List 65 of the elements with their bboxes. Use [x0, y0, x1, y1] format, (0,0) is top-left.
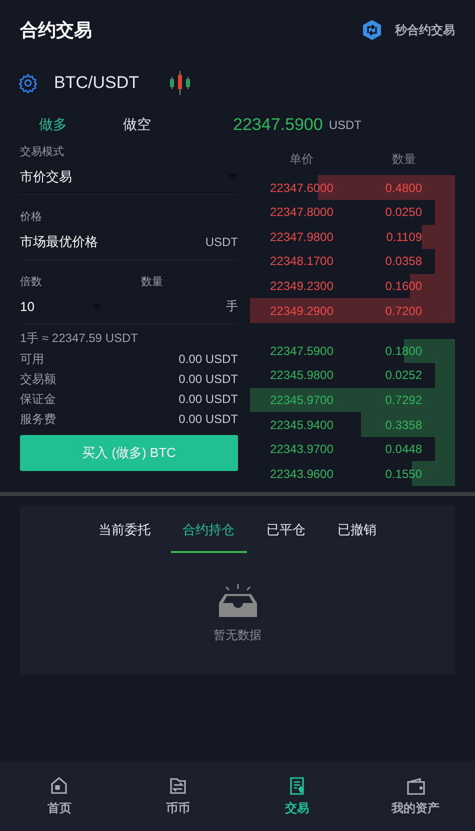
orders-tab[interactable]: 已撤销 [326, 521, 388, 553]
ask-price: 22348.1700 [269, 254, 334, 268]
bid-amount: 0.7292 [384, 392, 423, 407]
mode-select[interactable]: 市价交易 [20, 159, 238, 195]
page-title: 合约交易 [20, 19, 92, 42]
stat-value: 0.00 USDT [178, 352, 238, 366]
pair-symbol[interactable]: BTC/USDT [54, 73, 139, 93]
bid-price: 22345.9400 [269, 418, 334, 432]
stat-label: 可用 [20, 350, 44, 368]
ask-price: 22347.6000 [269, 180, 334, 195]
ask-amount: 0.1600 [384, 278, 423, 293]
bid-price: 22345.9700 [269, 392, 334, 407]
column-header: 数量 [390, 151, 417, 168]
bid-amount: 0.1550 [384, 466, 423, 481]
swap-icon [361, 19, 383, 41]
ask-amount: 0.0250 [384, 205, 423, 220]
home-icon [49, 776, 70, 796]
ask-amount: 0.0358 [384, 254, 423, 268]
side-tab[interactable]: 做多 [22, 112, 84, 138]
ask-amount: 0.4800 [384, 180, 423, 195]
bid-amount: 0.0448 [384, 442, 423, 456]
ask-price: 22349.2300 [269, 278, 334, 293]
bid-price: 22347.5900 [269, 344, 334, 358]
ask-price: 22349.2900 [269, 304, 334, 318]
price-field[interactable]: 市场最优价格 USDT [20, 224, 238, 260]
nav-item[interactable]: 首页 [0, 761, 119, 831]
nav-item[interactable]: 币币 [118, 761, 238, 831]
field-label: 倍数 [20, 275, 43, 289]
bid-amount: 0.0252 [384, 368, 423, 382]
wallet-icon [406, 776, 426, 796]
empty-inbox-icon [216, 583, 258, 619]
nav-item[interactable]: 交易 [238, 761, 356, 831]
orders-tab[interactable]: 当前委托 [86, 521, 162, 553]
ask-price: 22347.8000 [269, 205, 334, 220]
stat-value: 0.00 USDT [178, 412, 238, 426]
field-label: 价格 [20, 210, 43, 224]
stat-label: 交易额 [20, 370, 56, 388]
orders-tab[interactable]: 已平仓 [254, 521, 318, 553]
field-label: 交易模式 [20, 144, 65, 159]
ask-price: 22347.9800 [269, 230, 334, 244]
empty-message: 暂无数据 [214, 627, 262, 644]
price-unit: USDT [328, 118, 362, 132]
stat-label: 服务费 [20, 410, 56, 428]
ask-amount: 0.7200 [384, 304, 423, 318]
bid-amount: 0.1800 [384, 344, 423, 358]
field-label: 数量 [141, 275, 163, 289]
orders-tab[interactable]: 合约持仓 [170, 521, 246, 553]
stat-value: 0.00 USDT [178, 392, 238, 406]
leverage-amount-field[interactable]: 10 手 [20, 289, 238, 325]
ask-amount: 0.1109 [385, 230, 423, 244]
nav-item[interactable]: 我的资产 [356, 761, 475, 831]
bid-amount: 0.3358 [384, 418, 423, 432]
stat-value: 0.00 USDT [178, 372, 238, 386]
stat-label: 保证金 [20, 390, 56, 408]
lot-note: 1手 ≈ 22347.59 USDT [20, 330, 139, 347]
column-header: 单价 [288, 151, 314, 168]
bid-price: 22343.9600 [269, 466, 334, 481]
exchange-icon [168, 776, 188, 796]
bid-price: 22345.9800 [269, 368, 334, 382]
bid-price: 22343.9700 [269, 442, 334, 456]
second-contract-link[interactable]: 秒合约交易 [361, 19, 455, 41]
settings-icon[interactable] [18, 73, 38, 93]
side-tab[interactable]: 做空 [106, 112, 168, 138]
last-price: 22347.5900 [233, 115, 323, 135]
candlestick-icon[interactable] [169, 71, 191, 95]
